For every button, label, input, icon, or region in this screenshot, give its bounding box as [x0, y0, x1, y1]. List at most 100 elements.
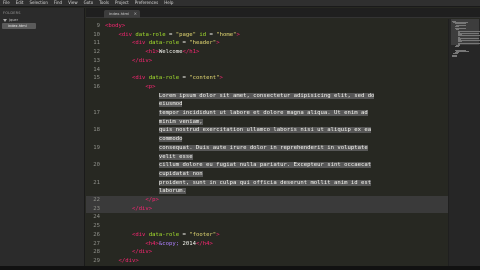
chevron-down-icon	[3, 18, 7, 22]
code-text: <div data-role = "page" id = "home">	[118, 31, 240, 38]
code-line[interactable]: minim veniam,	[86, 118, 448, 127]
code-text: <h4>&copy; 2014</h4>	[145, 240, 213, 247]
code-text: </p>	[145, 197, 159, 203]
line-number: 9	[96, 23, 100, 29]
line-number: 29	[93, 257, 100, 264]
code-line[interactable]: 9 <body>	[86, 22, 448, 31]
menu-tools[interactable]: Tools	[99, 0, 109, 6]
sidebar: FOLDERS jquer index.html	[0, 8, 85, 266]
minimap-line	[457, 35, 480, 37]
minimap-line	[454, 46, 459, 48]
status-bar	[0, 266, 480, 270]
sidebar-folder[interactable]: jquer	[3, 18, 18, 22]
line-number: 20	[93, 162, 100, 169]
code-text: </div>	[131, 57, 153, 64]
line-number: 12	[93, 49, 100, 56]
code-text: quis nostrud exercitation ullamco labori…	[158, 127, 372, 134]
code-editor[interactable]: 9 <body> 10 <div data-role = "page" id = "…	[86, 19, 448, 266]
minimap[interactable]	[448, 19, 480, 266]
sublime-window: File Edit Selection Find View Goto Tools Projec…	[0, 0, 480, 270]
code-text: consequat. Duis aute irure dolor in repr…	[158, 144, 368, 151]
line-number: 13	[93, 57, 100, 64]
code-line[interactable]: velit esse	[86, 153, 448, 162]
code-line[interactable]: 11 <div data-role = "header">	[86, 39, 448, 48]
code-text: tempor incididunt ut labore et dolore ma…	[158, 110, 368, 116]
code-line[interactable]: 16 <p>	[86, 83, 448, 92]
line-number: 26	[93, 231, 100, 238]
menu-edit[interactable]: Edit	[16, 0, 24, 6]
line-number: 25	[93, 223, 100, 230]
menu-goto[interactable]: Goto	[84, 0, 94, 6]
line-number: 16	[93, 83, 100, 90]
menu-selection[interactable]: Selection	[29, 0, 47, 6]
menu-find[interactable]: Find	[54, 0, 62, 6]
line-number: 15	[93, 75, 100, 82]
code-line[interactable]: 26 <div data-role = "footer">	[86, 231, 448, 240]
code-line[interactable]: 12 <h1>Welcome</h1>	[86, 48, 448, 57]
menu-file[interactable]: File	[3, 0, 10, 6]
code-line[interactable]: 27 <h4>&copy; 2014</h4>	[86, 240, 448, 249]
code-line[interactable]: laborum.	[86, 187, 448, 196]
tab-label: index.html	[109, 11, 130, 16]
line-number: 19	[93, 144, 100, 151]
code-line[interactable]: 15 <div data-role = "content">	[86, 74, 448, 83]
line-number: 22	[93, 197, 100, 203]
code-line[interactable]: 17 tempor incididunt ut labore et dolore…	[86, 109, 448, 118]
code-line[interactable]: 23 </div>	[86, 204, 448, 214]
code-text: <h1>Welcome</h1>	[145, 49, 200, 56]
sidebar-file-active[interactable]: index.html	[2, 23, 36, 29]
code-text: <div data-role = "footer">	[131, 231, 220, 238]
code-line[interactable]: commodo	[86, 135, 448, 144]
code-line[interactable]: Lorem ipsum dolor sit amet, consectetur …	[86, 92, 448, 101]
code-text: <div data-role = "header">	[131, 40, 220, 47]
code-line[interactable]: 19 consequat. Duis aute irure dolor in r…	[86, 144, 448, 153]
code-line[interactable]: cupidatat non	[86, 170, 448, 179]
code-line[interactable]: 25	[86, 222, 448, 231]
code-text: Lorem ipsum dolor sit amet, consectetur …	[158, 92, 375, 99]
line-number: 14	[93, 66, 100, 73]
tab-index-html[interactable]: index.html ×	[104, 10, 140, 18]
code-line[interactable]: 22 </p>	[86, 196, 448, 205]
menu-project[interactable]: Project	[115, 0, 129, 6]
code-text: eiusmod	[158, 101, 183, 108]
code-line[interactable]: 18 quis nostrud exercitation ullamco lab…	[86, 126, 448, 135]
code-line[interactable]: 21 proident, sunt in culpa qui officia d…	[86, 179, 448, 188]
close-icon[interactable]: ×	[134, 10, 137, 18]
sidebar-heading: FOLDERS	[3, 11, 21, 15]
menu-help[interactable]: Help	[164, 0, 173, 6]
code-line[interactable]: 20 cillum dolore eu fugiat nulla pariatu…	[86, 161, 448, 170]
code-text: commodo	[158, 136, 183, 143]
line-number: 10	[93, 31, 100, 38]
menu-view[interactable]: View	[68, 0, 78, 6]
code-text: <div data-role = "content">	[131, 75, 223, 82]
code-text: </div>	[131, 205, 153, 212]
code-line[interactable]: eiusmod	[86, 100, 448, 109]
minimap-line	[454, 25, 459, 27]
code-line[interactable]: 10 <div data-role = "page" id = "home">	[86, 31, 448, 40]
line-number: 23	[93, 205, 100, 212]
code-line[interactable]: 29 </div>	[86, 257, 448, 266]
code-text: </div>	[118, 257, 139, 264]
code-line[interactable]: 24	[86, 213, 448, 222]
code-line[interactable]: 13 </div>	[86, 57, 448, 66]
minimap-line	[452, 55, 457, 57]
code-text: proident, sunt in culpa qui officia dese…	[158, 179, 372, 186]
line-number: 21	[93, 179, 100, 186]
code-line[interactable]: 28 </div>	[86, 248, 448, 257]
code-text: <p>	[145, 83, 156, 90]
code-text: velit esse	[158, 153, 193, 160]
tab-bar: index.html ×	[86, 8, 480, 18]
code-line[interactable]: 14	[86, 66, 448, 75]
code-text: cillum dolore eu fugiat nulla pariatur. …	[158, 162, 372, 169]
line-number: 28	[93, 249, 100, 256]
line-number: 24	[93, 214, 100, 221]
minimap-line	[457, 42, 480, 44]
code-text: cupidatat non	[158, 170, 203, 177]
menu-bar: File Edit Selection Find View Goto Tools Projec…	[0, 0, 480, 7]
line-number: 11	[93, 40, 100, 47]
line-number: 17	[93, 110, 100, 116]
code-text: minim veniam,	[158, 118, 203, 125]
menu-preferences[interactable]: Preferences	[135, 0, 159, 6]
code-text: <body>	[105, 23, 126, 29]
line-number: 27	[93, 240, 100, 247]
